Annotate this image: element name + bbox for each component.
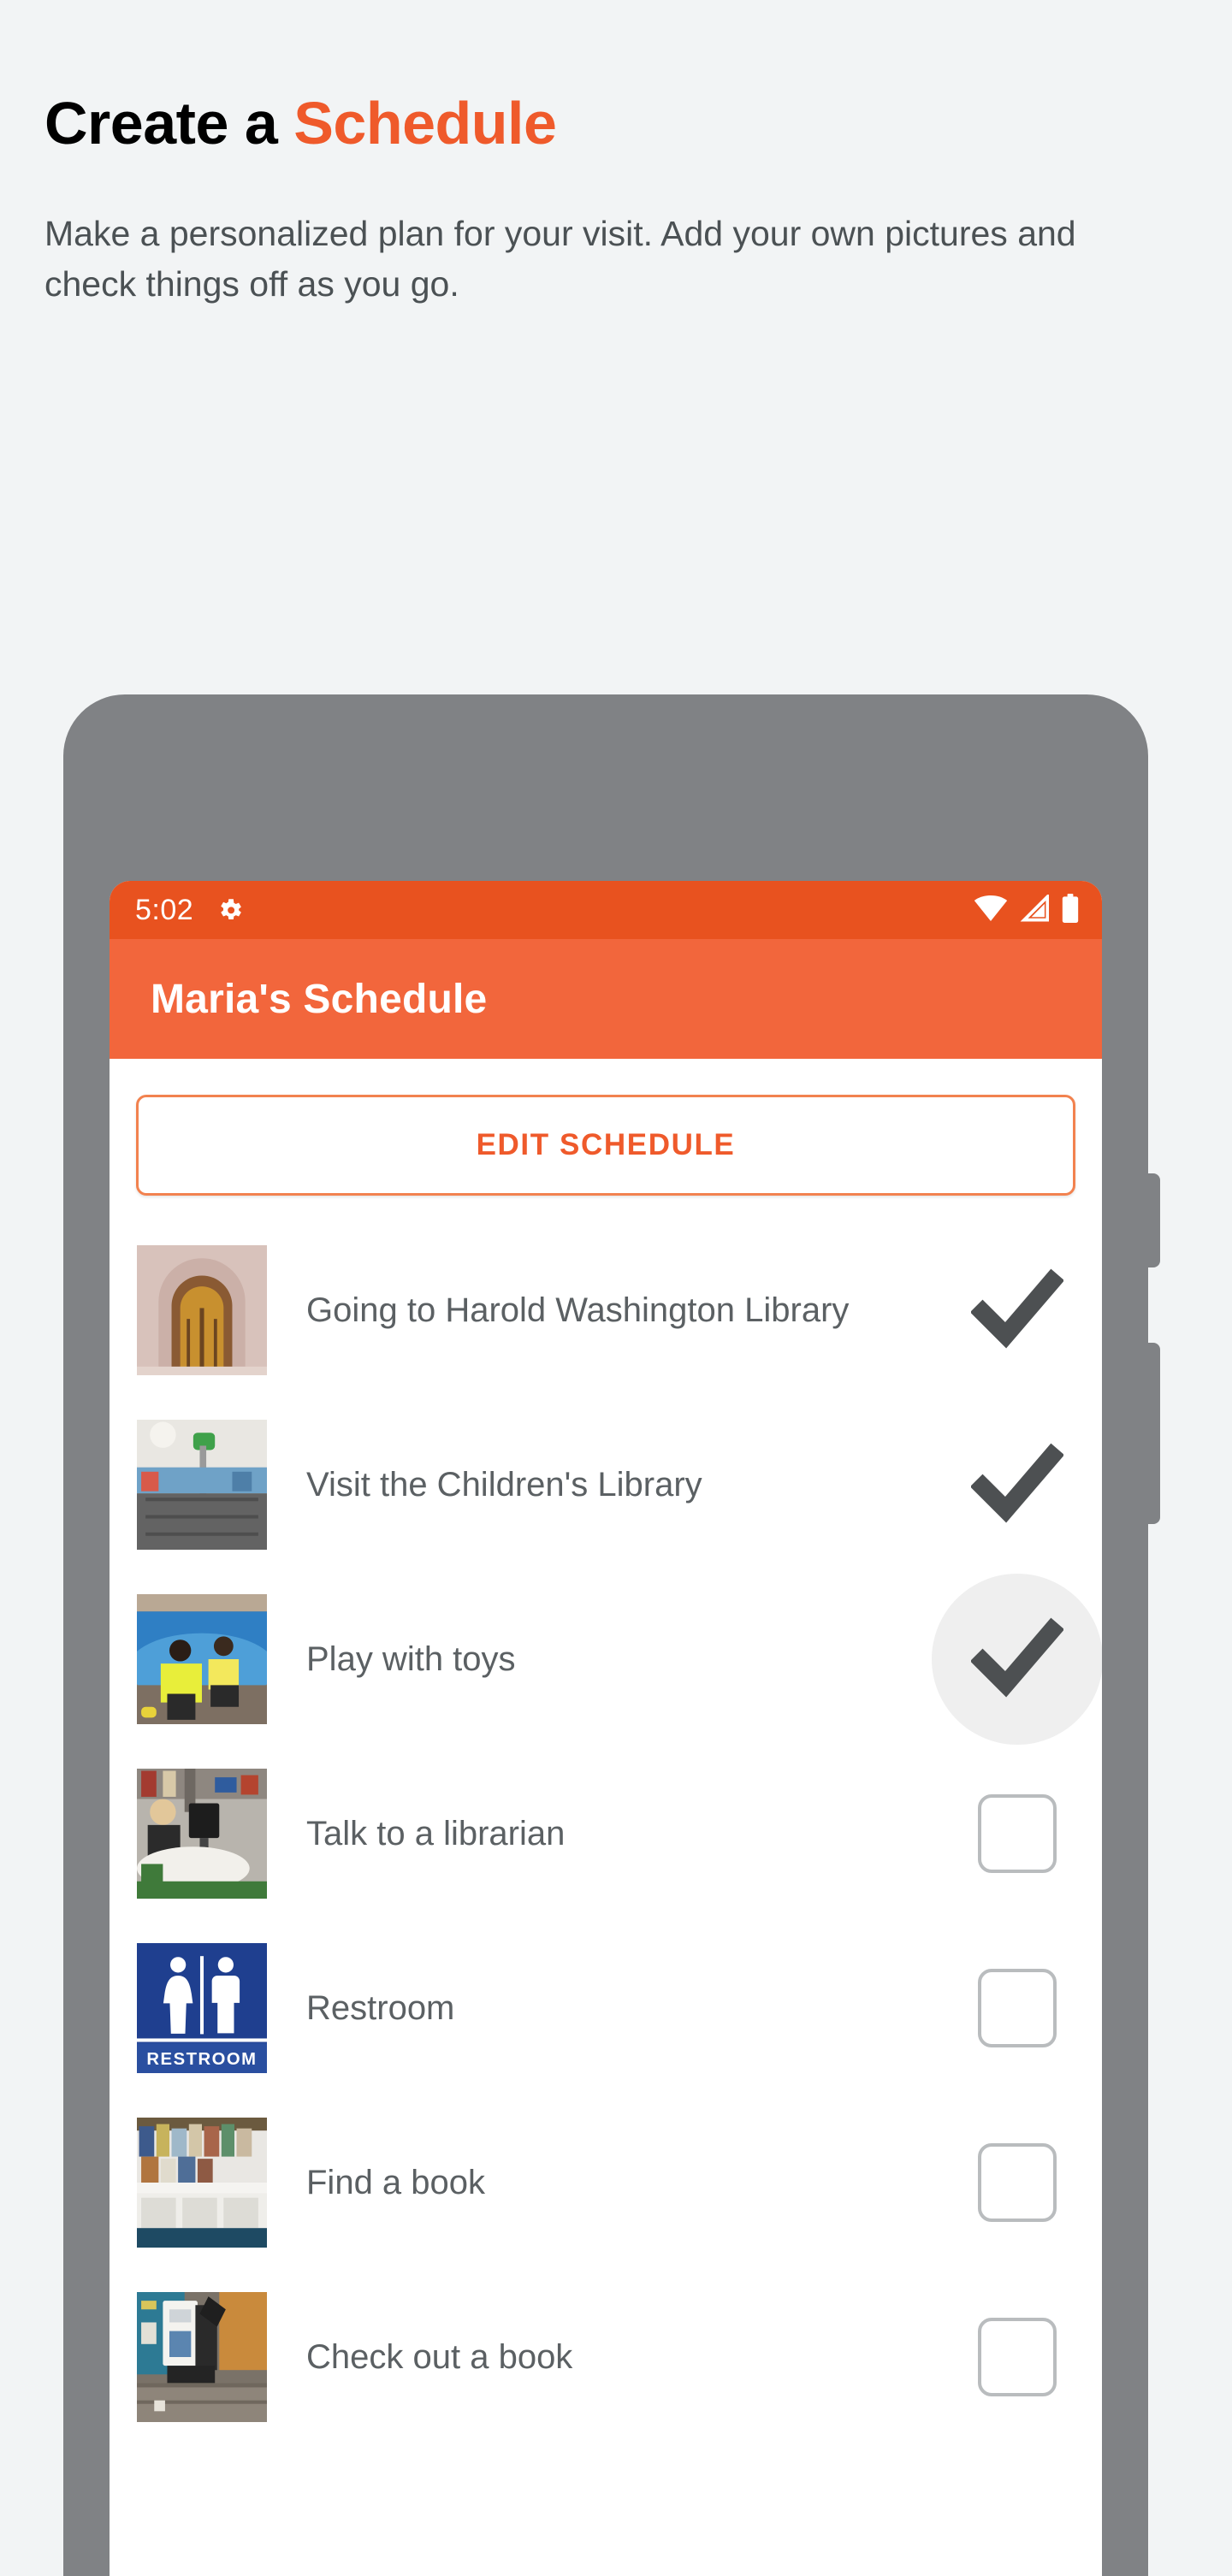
- task-checkbox[interactable]: [967, 2307, 1068, 2408]
- checkmark-icon: [971, 1268, 1063, 1349]
- phone-mockup: 5:02 Maria's Schedule EDIT SCHEDULE Goin…: [63, 694, 1160, 2576]
- volume-rocker[interactable]: [1145, 1343, 1160, 1524]
- cell-signal-icon: [1020, 892, 1050, 926]
- task-label: Talk to a librarian: [306, 1814, 566, 1852]
- task-checkbox[interactable]: [932, 1574, 1102, 1745]
- promo-section: Create a Schedule Make a personalized pl…: [0, 0, 1232, 310]
- svg-text:RESTROOM: RESTROOM: [146, 2050, 257, 2069]
- task-label: Going to Harold Washington Library: [306, 1291, 850, 1329]
- task-row[interactable]: RESTROOM Restroom: [110, 1921, 1102, 2095]
- self-checkout-kiosk-photo: [137, 2292, 267, 2422]
- checkbox-unchecked-icon: [978, 2318, 1057, 2396]
- task-checkbox[interactable]: [967, 1958, 1068, 2059]
- app-bar: Maria's Schedule: [110, 939, 1102, 1059]
- app-bar-title: Maria's Schedule: [151, 976, 488, 1022]
- task-row[interactable]: Talk to a librarian: [110, 1746, 1102, 1921]
- page-title: Create a Schedule: [44, 92, 1232, 156]
- task-row[interactable]: Going to Harold Washington Library: [110, 1223, 1102, 1397]
- task-checkbox[interactable]: [967, 1783, 1068, 1884]
- wifi-icon: [974, 895, 1008, 926]
- status-bar-icons: [974, 892, 1080, 927]
- task-label: Check out a book: [306, 2337, 573, 2376]
- gear-icon: [216, 895, 245, 925]
- status-bar-clock: 5:02: [135, 893, 194, 926]
- librarian-at-desk-photo: [137, 1769, 267, 1899]
- book-display-shelf-photo: [137, 2118, 267, 2248]
- task-row[interactable]: Visit the Children's Library: [110, 1397, 1102, 1572]
- schedule-content: EDIT SCHEDULE Going to Harold Washington…: [110, 1059, 1102, 2444]
- library-entrance-arch-photo: [137, 1245, 267, 1375]
- task-label: Visit the Children's Library: [306, 1465, 702, 1504]
- checkbox-unchecked-icon: [978, 1969, 1057, 2047]
- task-label: Find a book: [306, 2163, 486, 2201]
- childrens-library-interior-photo: [137, 1420, 267, 1550]
- task-row[interactable]: Find a book: [110, 2095, 1102, 2270]
- checkmark-icon: [971, 1443, 1063, 1523]
- promo-description: Make a personalized plan for your visit.…: [44, 213, 1076, 304]
- phone-screen: 5:02 Maria's Schedule EDIT SCHEDULE Goin…: [110, 881, 1102, 2576]
- battery-icon: [1061, 893, 1080, 927]
- page-title-plain: Create a: [44, 90, 294, 157]
- checkmark-icon: [971, 1617, 1063, 1698]
- children-playing-with-toys-photo: [137, 1594, 267, 1724]
- task-checkbox[interactable]: [967, 1434, 1068, 1535]
- task-checkbox[interactable]: [967, 2132, 1068, 2233]
- task-label: Restroom: [306, 1988, 455, 2027]
- task-label: Play with toys: [306, 1640, 516, 1678]
- status-bar: 5:02: [110, 881, 1102, 939]
- task-list: Going to Harold Washington Library Visit…: [110, 1223, 1102, 2444]
- task-row[interactable]: Play with toys: [110, 1572, 1102, 1746]
- checkbox-unchecked-icon: [978, 2143, 1057, 2222]
- restroom-sign-placard: RESTROOM: [137, 1943, 267, 2073]
- power-button[interactable]: [1145, 1173, 1160, 1267]
- page-title-accent: Schedule: [293, 90, 557, 157]
- task-checkbox[interactable]: [967, 1260, 1068, 1361]
- task-row[interactable]: Check out a book: [110, 2270, 1102, 2444]
- edit-schedule-button[interactable]: EDIT SCHEDULE: [136, 1095, 1075, 1196]
- checkbox-unchecked-icon: [978, 1794, 1057, 1873]
